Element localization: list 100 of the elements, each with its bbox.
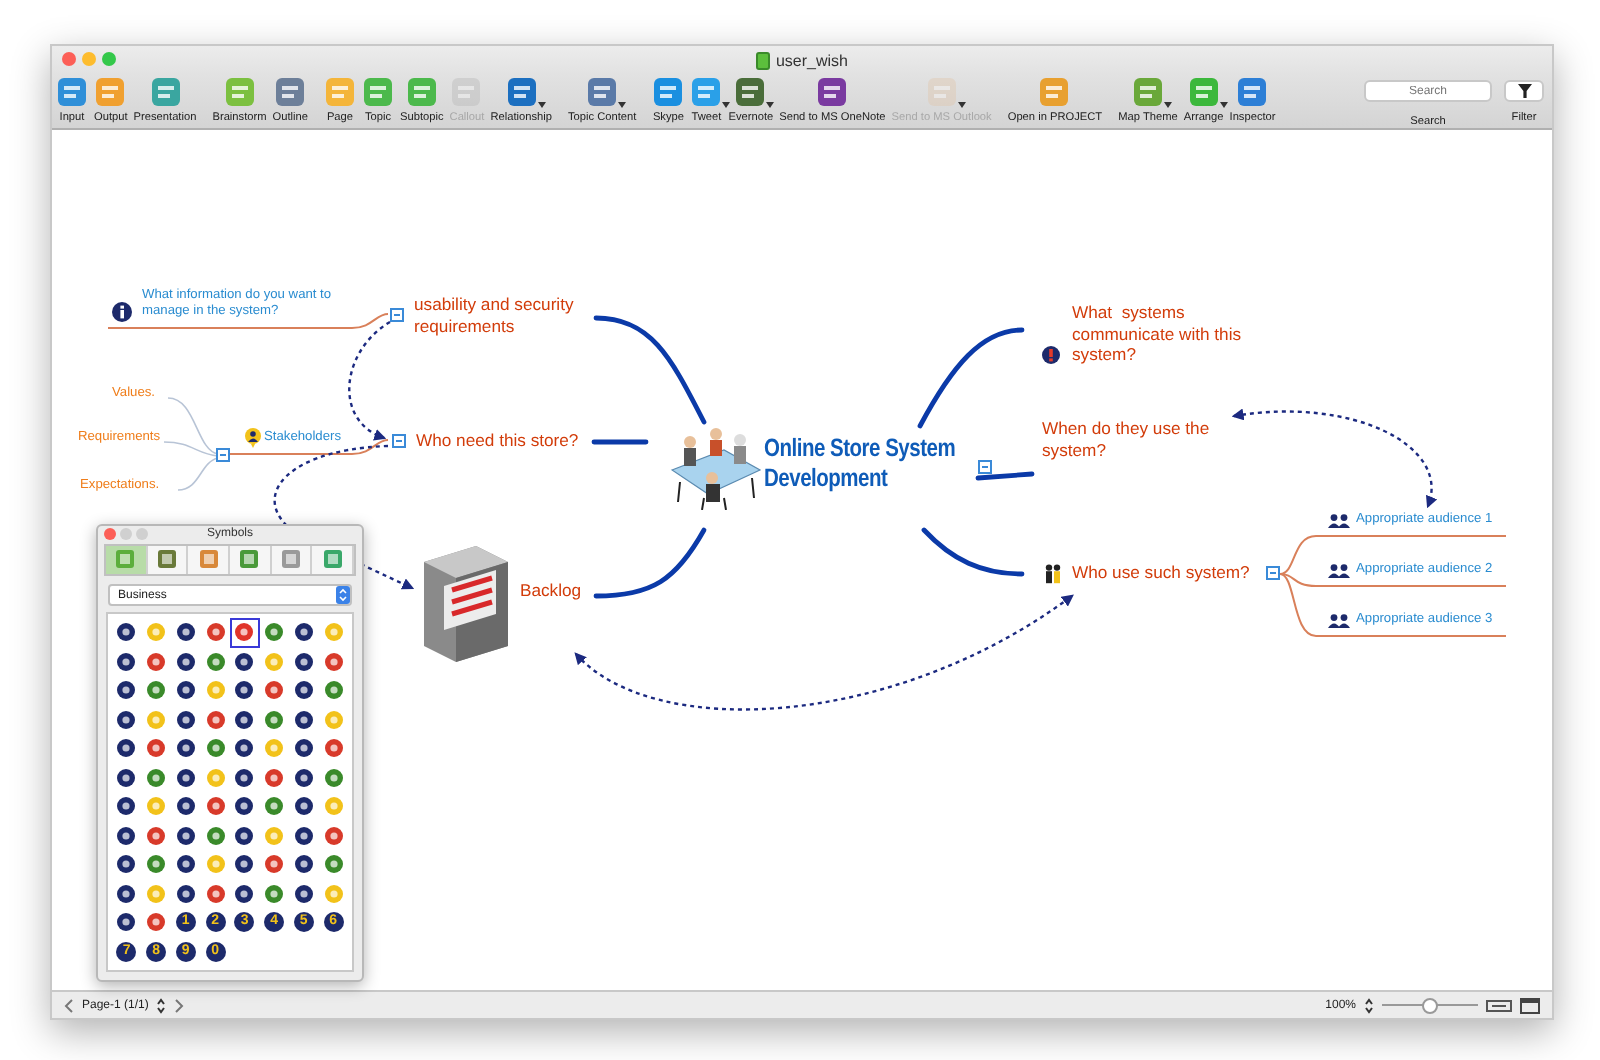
symbol-item[interactable] (289, 879, 319, 908)
people-icon (1328, 614, 1350, 628)
people-icon (1328, 564, 1350, 578)
symbol-icon (205, 622, 226, 643)
symbol-item[interactable] (289, 618, 319, 647)
symbol-item[interactable] (171, 763, 201, 792)
tab-icon (114, 548, 137, 571)
symbol-icon (264, 680, 285, 701)
symbol-icon (175, 796, 196, 817)
tab-icon (321, 548, 344, 571)
toolbar-icon (149, 76, 181, 108)
symbol-icon (323, 796, 344, 817)
toolbar-icon (223, 76, 256, 108)
branch-line (593, 527, 707, 599)
topic-label[interactable]: usability and security requirements (414, 294, 614, 336)
people-icon (1328, 514, 1350, 528)
stepper-icon (336, 586, 350, 604)
symbol-icon (205, 651, 226, 672)
symbol-item[interactable] (171, 705, 201, 734)
symbol-icon (293, 680, 314, 701)
symbol-icon (116, 825, 137, 846)
symbol-icon (234, 622, 255, 643)
symbol-icon (116, 651, 137, 672)
symbol-item[interactable] (289, 676, 319, 705)
filter-button[interactable] (1504, 80, 1544, 102)
collapse-icon[interactable] (392, 434, 406, 448)
branch-line (591, 439, 649, 445)
symbol-icon (323, 680, 344, 701)
collapse-icon[interactable] (1266, 566, 1280, 580)
symbol-item[interactable] (289, 850, 319, 879)
symbol-icon (175, 883, 196, 904)
symbol-item[interactable] (289, 821, 319, 850)
close-button[interactable] (62, 52, 76, 66)
symbol-icon (264, 825, 285, 846)
symbol-item[interactable] (289, 705, 319, 734)
info-icon (112, 302, 132, 322)
symbol-item[interactable] (171, 647, 201, 676)
fit-page-icon[interactable] (1520, 997, 1540, 1013)
toolbar-icon (734, 76, 767, 108)
stepper-icon[interactable] (156, 997, 167, 1013)
symbol-item[interactable] (171, 618, 201, 647)
symbol-icon (175, 854, 196, 875)
symbol-icon (175, 651, 196, 672)
symbol-item[interactable] (259, 618, 289, 647)
topic-label[interactable]: What systems communicate with this system? (1072, 302, 1268, 365)
topic-label[interactable]: Who need this store? (416, 430, 579, 451)
symbol-icon (175, 622, 196, 643)
symbol-icon (264, 709, 285, 730)
topic-label[interactable]: Backlog (520, 580, 582, 601)
symbol-item[interactable] (289, 763, 319, 792)
symbol-item[interactable] (171, 792, 201, 821)
topic-label[interactable]: When do they use the system? (1042, 418, 1242, 460)
toolbar-icon (1131, 76, 1164, 108)
stepper-icon[interactable] (1364, 997, 1374, 1013)
window-title: user_wish (775, 51, 848, 69)
symbol-icon (234, 738, 255, 759)
symbol-icon (264, 651, 285, 672)
next-page-icon[interactable] (174, 997, 185, 1013)
symbol-icon (234, 680, 255, 701)
symbol-item[interactable] (171, 821, 201, 850)
symbol-item[interactable] (289, 734, 319, 763)
toolbar-icon (56, 76, 88, 108)
symbol-icon (293, 854, 314, 875)
close-button[interactable] (104, 528, 116, 541)
branch-line (921, 527, 1025, 577)
symbol-icon (264, 622, 285, 643)
symbol-item[interactable] (171, 676, 201, 705)
symbol-item[interactable] (171, 850, 201, 879)
symbol-icon (264, 738, 285, 759)
topic-label[interactable]: Who use such system? (1072, 562, 1250, 583)
tab-icon (280, 548, 303, 571)
symbol-icon (323, 883, 344, 904)
symbol-icon (234, 651, 255, 672)
person-pin-icon (244, 428, 262, 448)
symbol-icon (175, 738, 196, 759)
symbol-icon (116, 622, 137, 643)
toolbar-icon (690, 76, 723, 108)
symbol-item[interactable] (289, 647, 319, 676)
central-topic[interactable]: Online Store System Development (764, 434, 961, 494)
symbol-icon (116, 767, 137, 788)
symbol-icon (293, 622, 314, 643)
toolbar-icon (274, 76, 307, 108)
fit-width-icon[interactable] (1486, 997, 1512, 1013)
symbol-item[interactable] (289, 792, 319, 821)
symbol-icon (264, 796, 285, 817)
symbol-icon (175, 709, 196, 730)
toolbar-icon (1187, 76, 1220, 108)
symbol-icon (205, 854, 226, 875)
collapse-icon[interactable] (978, 460, 992, 474)
symbol-item[interactable] (171, 879, 201, 908)
symbol-item[interactable] (230, 618, 260, 647)
symbol-item[interactable] (171, 734, 201, 763)
collapse-icon[interactable] (216, 448, 230, 462)
filter-icon (1517, 84, 1531, 98)
tab-icon (156, 548, 178, 571)
previous-page-icon[interactable] (64, 997, 74, 1013)
collapse-icon[interactable] (390, 308, 404, 322)
symbol-icon (116, 796, 137, 817)
zoom-slider-thumb[interactable] (1422, 997, 1438, 1013)
symbol-icon (323, 651, 344, 672)
